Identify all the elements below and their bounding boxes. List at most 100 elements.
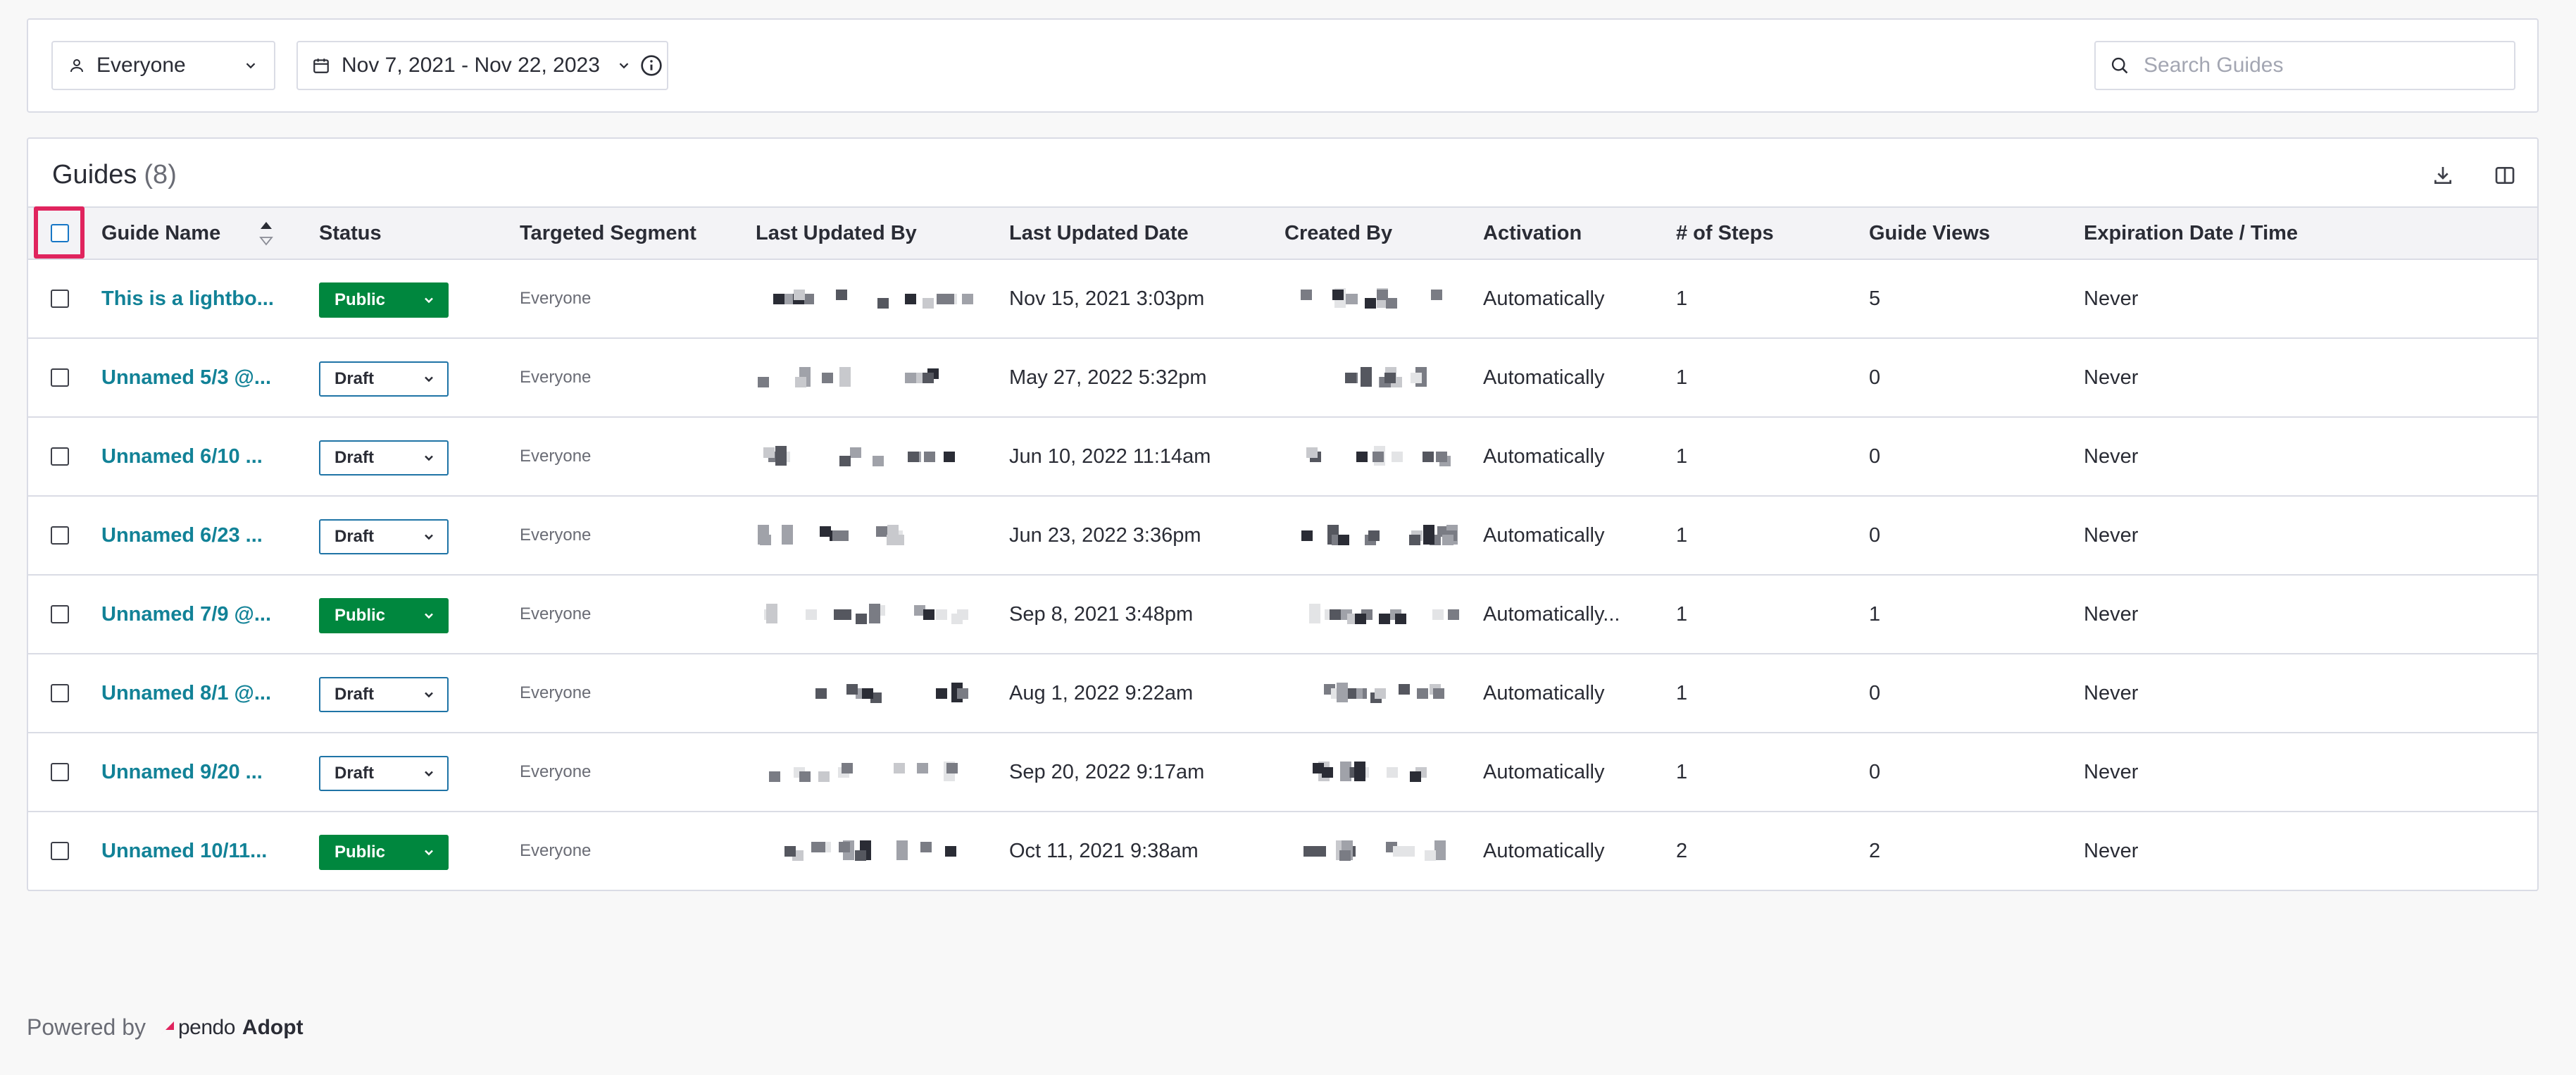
status-label: Draft [334,764,375,783]
col-guide-views[interactable]: Guide Views [1869,208,1990,259]
row-checkbox[interactable] [51,684,69,702]
col-created-by[interactable]: Created By [1284,208,1392,259]
guide-name-link[interactable]: This is a lightbo... [101,260,274,337]
table-row: Unnamed 6/10 ... Draft Everyone Jun 10, 202… [28,418,2537,497]
status-dropdown[interactable]: Public [319,598,449,633]
segment-dropdown[interactable]: Everyone [51,41,275,90]
powered-by-label: Powered by [27,1014,146,1040]
status-dropdown[interactable]: Draft [319,756,449,791]
pendo-mark-icon [161,1021,174,1034]
row-checkbox[interactable] [51,526,69,545]
guide-views: 0 [1869,761,1881,783]
last-updated-date: Nov 15, 2021 3:03pm [1009,287,1205,310]
targeted-segment: Everyone [520,526,592,545]
columns-icon [2495,167,2515,184]
status-dropdown[interactable]: Public [319,282,449,318]
step-count: 1 [1676,287,1688,310]
guide-name-link[interactable]: Unnamed 8/1 @... [101,654,271,732]
col-last-updated-date[interactable]: Last Updated Date [1009,208,1189,259]
row-checkbox[interactable] [51,290,69,308]
expiration: Never [2084,287,2139,310]
row-checkbox[interactable] [51,605,69,623]
calendar-icon [313,58,329,73]
sort-icon[interactable] [258,219,274,247]
last-updated-by-redacted [756,762,974,783]
status-dropdown[interactable]: Draft [319,361,449,397]
step-count: 2 [1676,840,1688,862]
created-by-redacted [1299,525,1468,546]
last-updated-by-redacted [756,604,974,625]
col-activation[interactable]: Activation [1483,208,1582,259]
guide-name-link[interactable]: Unnamed 6/10 ... [101,418,263,495]
guide-views: 2 [1869,840,1881,862]
search-icon [2111,57,2128,74]
select-all-checkbox[interactable] [51,224,69,242]
expiration: Never [2084,366,2139,389]
last-updated-date: Aug 1, 2022 9:22am [1009,682,1194,704]
created-by-redacted [1299,288,1468,309]
status-label: Public [334,290,386,309]
table-row: Unnamed 5/3 @... Draft Everyone May 27, 202… [28,339,2537,418]
chevron-down-icon [425,692,433,698]
info-icon[interactable] [640,54,663,77]
last-updated-date: Sep 20, 2022 9:17am [1009,761,1205,783]
guide-name-link[interactable]: Unnamed 9/20 ... [101,733,263,811]
guide-name-link[interactable]: Unnamed 5/3 @... [101,339,271,416]
guide-views: 0 [1869,682,1881,704]
col-expiration[interactable]: Expiration Date / Time [2084,208,2298,259]
guide-name-link[interactable]: Unnamed 10/11... [101,812,267,890]
status-dropdown[interactable]: Public [319,835,449,870]
status-dropdown[interactable]: Draft [319,440,449,476]
last-updated-by-redacted [756,683,974,704]
row-checkbox[interactable] [51,368,69,387]
activation: Automatically... [1483,603,1620,626]
guides-table: Guide Name Status Targeted Segment Last … [28,206,2537,891]
last-updated-by-redacted [756,288,974,309]
guide-name-link[interactable]: Unnamed 6/23 ... [101,497,263,574]
status-dropdown[interactable]: Draft [319,519,449,554]
col-targeted-segment[interactable]: Targeted Segment [520,208,696,259]
step-count: 1 [1676,366,1688,389]
targeted-segment: Everyone [520,604,592,623]
chevron-down-icon [425,534,433,540]
expiration: Never [2084,445,2139,468]
created-by-redacted [1299,446,1468,467]
last-updated-by-redacted [756,525,974,546]
row-checkbox[interactable] [51,842,69,860]
row-checkbox[interactable] [51,447,69,466]
pendo-wordmark: pendo [177,1015,235,1039]
search-box [2094,41,2515,90]
expiration: Never [2084,603,2139,626]
created-by-redacted [1299,762,1468,783]
chevron-down-icon [425,376,433,383]
chevron-down-icon [246,63,256,69]
chevron-down-icon [425,850,433,856]
last-updated-date: Sep 8, 2021 3:48pm [1009,603,1194,626]
row-checkbox[interactable] [51,763,69,781]
guide-views: 5 [1869,287,1881,310]
date-range-dropdown[interactable]: Nov 7, 2021 - Nov 22, 2023 [296,41,668,90]
user-icon [70,59,83,73]
expiration: Never [2084,761,2139,783]
col-steps[interactable]: # of Steps [1676,208,1774,259]
activation: Automatically [1483,445,1605,468]
pendo-logo: pendo Adopt [160,1016,304,1040]
col-guide-name[interactable]: Guide Name [101,208,220,259]
activation: Automatically [1483,366,1605,389]
col-status[interactable]: Status [319,208,382,259]
panel-title-text: Guides [52,160,137,189]
chevron-down-icon [425,297,433,304]
col-last-updated-by[interactable]: Last Updated By [756,208,917,259]
chevron-down-icon [425,455,433,461]
table-row: Unnamed 9/20 ... Draft Everyone Sep 20, 202… [28,733,2537,812]
status-dropdown[interactable]: Draft [319,677,449,712]
guide-count: (8) [144,160,177,189]
table-row: Unnamed 10/11... Public Everyone Oct 11, 20… [28,812,2537,891]
guide-name-link[interactable]: Unnamed 7/9 @... [101,576,271,653]
column-settings-button[interactable] [2489,160,2520,191]
activation: Automatically [1483,287,1605,310]
expiration: Never [2084,524,2139,547]
search-input[interactable] [2142,53,2497,78]
status-label: Draft [334,448,375,467]
download-button[interactable] [2427,160,2458,191]
